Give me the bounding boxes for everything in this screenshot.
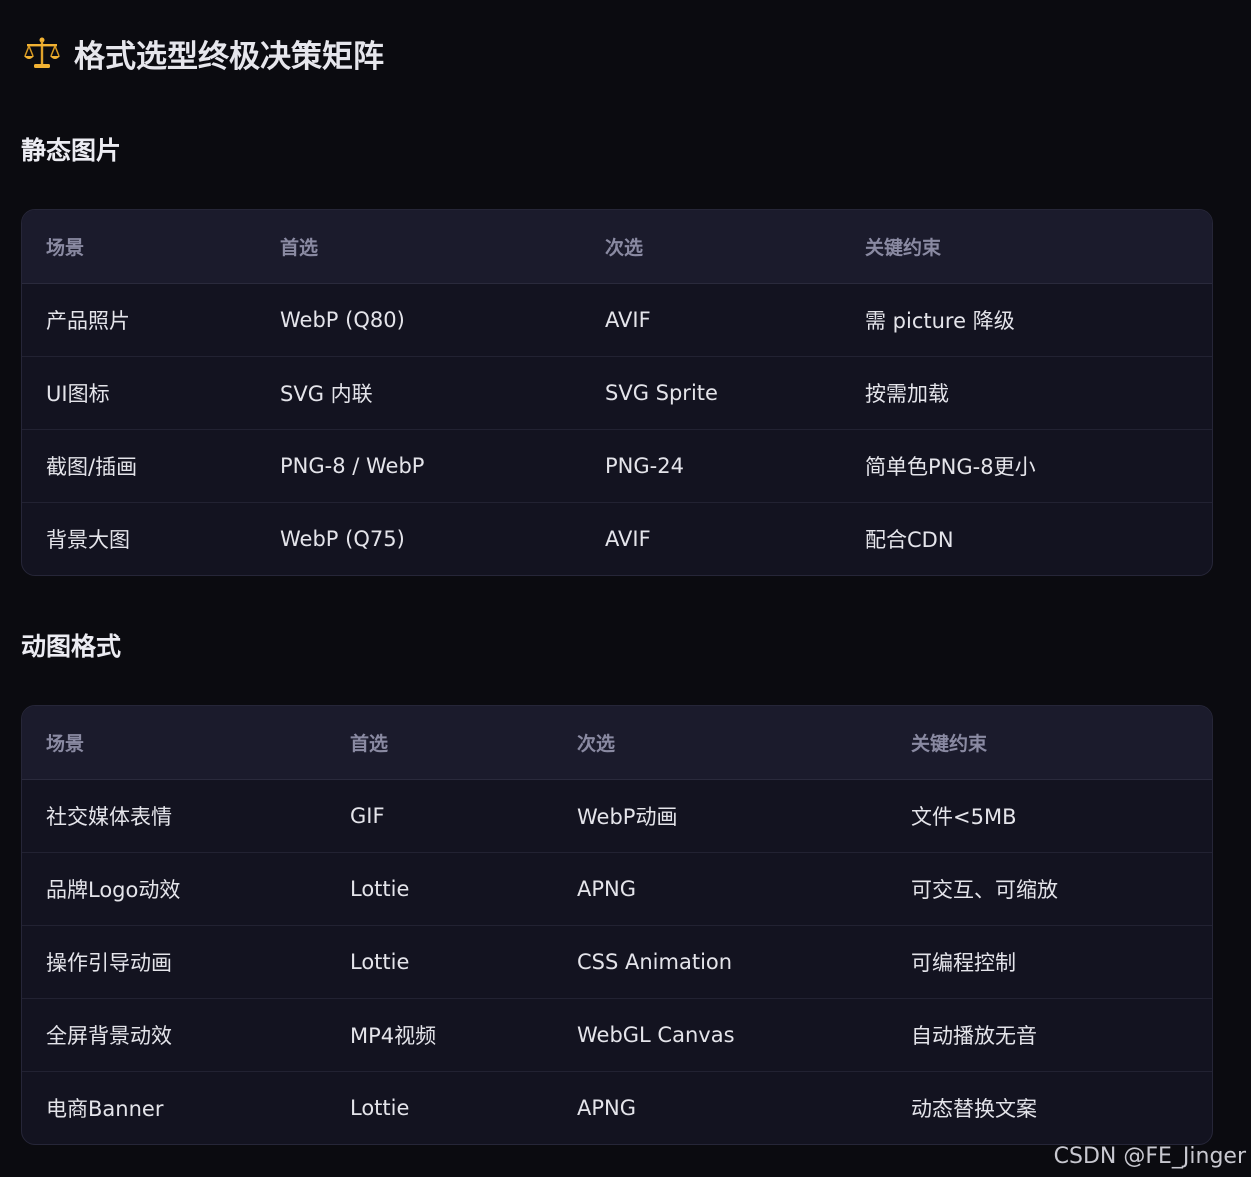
static-images-table: 场景 首选 次选 关键约束 产品照片 WebP (Q80) AVIF 需 pic…: [21, 209, 1213, 576]
cell-secondary: AVIF: [605, 307, 651, 332]
cell-constraint: 按需加载: [865, 381, 949, 406]
table-header-row: 场景 首选 次选 关键约束: [22, 706, 1212, 780]
table-row: 全屏背景动效 MP4视频 WebGL Canvas 自动播放无音: [22, 998, 1212, 1071]
cell-constraint: 动态替换文案: [911, 1096, 1037, 1121]
cell-secondary: APNG: [577, 1095, 637, 1120]
cell-scene: 电商Banner: [46, 1096, 164, 1121]
cell-scene: 操作引导动画: [46, 950, 172, 975]
cell-preferred: Lottie: [350, 876, 410, 901]
table-row: 社交媒体表情 GIF WebP动画 文件<5MB: [22, 779, 1212, 852]
table-row: UI图标 SVG 内联 SVG Sprite 按需加载: [22, 356, 1212, 429]
animated-formats-table: 场景 首选 次选 关键约束 社交媒体表情 GIF WebP动画 文件<5MB 品…: [21, 705, 1213, 1145]
table-row: 电商Banner Lottie APNG 动态替换文案: [22, 1071, 1212, 1144]
cell-secondary: WebGL Canvas: [577, 1022, 735, 1047]
table-row: 产品照片 WebP (Q80) AVIF 需 picture 降级: [22, 283, 1212, 356]
table-row: 背景大图 WebP (Q75) AVIF 配合CDN: [22, 502, 1212, 575]
column-header-secondary: 次选: [553, 706, 887, 780]
cell-preferred: Lottie: [350, 1095, 410, 1120]
cell-preferred: WebP (Q75): [280, 526, 405, 551]
cell-preferred: SVG 内联: [280, 381, 373, 406]
column-header-preferred: 首选: [326, 706, 553, 780]
cell-constraint: 配合CDN: [865, 527, 954, 552]
column-header-constraint: 关键约束: [841, 210, 1212, 284]
cell-constraint: 自动播放无音: [911, 1023, 1037, 1048]
section-title-animated: 动图格式: [21, 632, 122, 661]
page-title: 格式选型终极决策矩阵: [22, 30, 384, 76]
watermark: CSDN @FE_Jinger: [1053, 1144, 1246, 1169]
table-header-row: 场景 首选 次选 关键约束: [22, 210, 1212, 284]
cell-scene: 产品照片: [46, 308, 130, 333]
cell-scene: 社交媒体表情: [46, 804, 172, 829]
cell-secondary: AVIF: [605, 526, 651, 551]
cell-preferred: MP4视频: [350, 1023, 437, 1048]
column-header-constraint: 关键约束: [887, 706, 1212, 780]
section-title-static: 静态图片: [21, 136, 122, 165]
column-header-scene: 场景: [22, 706, 326, 780]
cell-constraint: 简单色PNG-8更小: [865, 454, 1036, 479]
cell-secondary: APNG: [577, 876, 637, 901]
balance-scale-icon: [24, 37, 60, 68]
cell-constraint: 可编程控制: [911, 950, 1016, 975]
cell-secondary: WebP动画: [577, 804, 678, 829]
page-title-text: 格式选型终极决策矩阵: [74, 38, 384, 75]
table-row: 操作引导动画 Lottie CSS Animation 可编程控制: [22, 925, 1212, 998]
cell-secondary: PNG-24: [605, 453, 684, 478]
column-header-preferred: 首选: [256, 210, 581, 284]
cell-scene: 背景大图: [46, 527, 130, 552]
table-row: 截图/插画 PNG-8 / WebP PNG-24 简单色PNG-8更小: [22, 429, 1212, 502]
cell-scene: 全屏背景动效: [46, 1023, 172, 1048]
cell-secondary: CSS Animation: [577, 949, 733, 974]
cell-scene: 截图/插画: [46, 454, 138, 479]
table-row: 品牌Logo动效 Lottie APNG 可交互、可缩放: [22, 852, 1212, 925]
column-header-scene: 场景: [22, 210, 256, 284]
cell-scene: 品牌Logo动效: [46, 877, 181, 902]
cell-scene: UI图标: [46, 381, 110, 406]
cell-preferred: Lottie: [350, 949, 410, 974]
column-header-secondary: 次选: [581, 210, 841, 284]
cell-preferred: GIF: [350, 803, 385, 828]
cell-preferred: PNG-8 / WebP: [280, 453, 425, 478]
cell-secondary: SVG Sprite: [605, 380, 718, 405]
cell-constraint: 文件<5MB: [911, 804, 1017, 829]
cell-constraint: 需 picture 降级: [865, 308, 1015, 333]
cell-preferred: WebP (Q80): [280, 307, 405, 332]
cell-constraint: 可交互、可缩放: [911, 877, 1058, 902]
